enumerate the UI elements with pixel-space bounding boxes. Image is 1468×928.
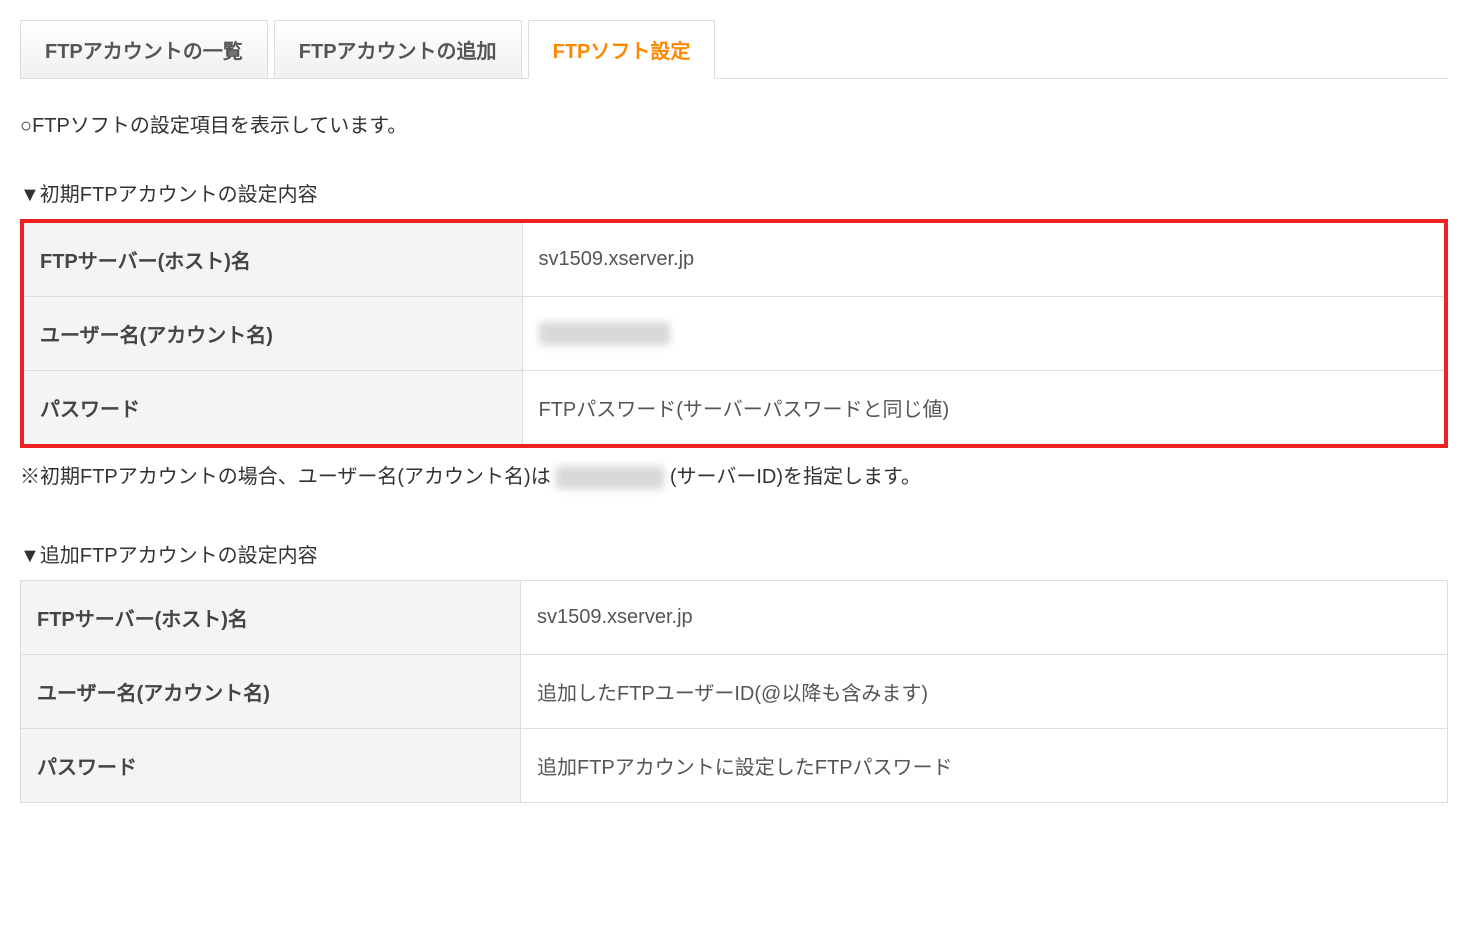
initial-account-note: ※初期FTPアカウントの場合、ユーザー名(アカウント名)は redacted-i…	[20, 460, 1448, 489]
password-label: パスワード	[22, 371, 522, 447]
password-value: FTPパスワード(サーバーパスワードと同じ値)	[522, 371, 1446, 447]
ftp-server-label: FTPサーバー(ホスト)名	[22, 221, 522, 297]
ftp-server-value: sv1509.xserver.jp	[522, 221, 1446, 297]
section2-heading: ▼追加FTPアカウントの設定内容	[20, 539, 1448, 568]
table-row: パスワード 追加FTPアカウントに設定したFTPパスワード	[21, 729, 1448, 803]
note-blurred-id: redacted-id	[556, 466, 664, 489]
username-value-2: 追加したFTPユーザーID(@以降も含みます)	[521, 655, 1448, 729]
ftp-server-value-2: sv1509.xserver.jp	[521, 581, 1448, 655]
table-row: FTPサーバー(ホスト)名 sv1509.xserver.jp	[21, 581, 1448, 655]
password-label-2: パスワード	[21, 729, 521, 803]
ftp-server-label-2: FTPサーバー(ホスト)名	[21, 581, 521, 655]
initial-ftp-settings-table: FTPサーバー(ホスト)名 sv1509.xserver.jp ユーザー名(アカ…	[20, 219, 1448, 448]
note-prefix: ※初期FTPアカウントの場合、ユーザー名(アカウント名)は	[20, 466, 551, 488]
username-value: redacted-user	[522, 297, 1446, 371]
page-description: ○FTPソフトの設定項目を表示しています。	[20, 109, 1448, 138]
username-label: ユーザー名(アカウント名)	[22, 297, 522, 371]
table-row: ユーザー名(アカウント名) redacted-user	[22, 297, 1446, 371]
password-value-2: 追加FTPアカウントに設定したFTPパスワード	[521, 729, 1448, 803]
table-row: ユーザー名(アカウント名) 追加したFTPユーザーID(@以降も含みます)	[21, 655, 1448, 729]
additional-ftp-settings-table: FTPサーバー(ホスト)名 sv1509.xserver.jp ユーザー名(アカ…	[20, 580, 1448, 803]
table-row: パスワード FTPパスワード(サーバーパスワードと同じ値)	[22, 371, 1446, 447]
note-suffix: (サーバーID)を指定します。	[670, 466, 921, 488]
table-row: FTPサーバー(ホスト)名 sv1509.xserver.jp	[22, 221, 1446, 297]
tab-bar: FTPアカウントの一覧 FTPアカウントの追加 FTPソフト設定	[20, 20, 1448, 79]
tab-ftp-account-list[interactable]: FTPアカウントの一覧	[20, 20, 268, 78]
username-label-2: ユーザー名(アカウント名)	[21, 655, 521, 729]
tab-ftp-account-add[interactable]: FTPアカウントの追加	[274, 20, 522, 78]
tab-ftp-soft-settings[interactable]: FTPソフト設定	[528, 20, 716, 79]
username-blurred: redacted-user	[539, 322, 670, 345]
section1-heading: ▼初期FTPアカウントの設定内容	[20, 178, 1448, 207]
